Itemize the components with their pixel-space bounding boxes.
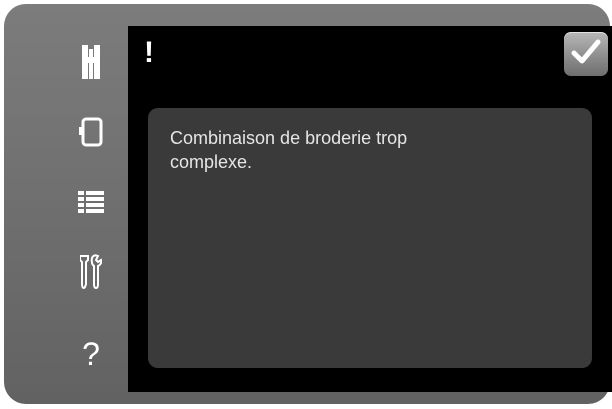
sidebar-item-tools[interactable] [56, 242, 126, 302]
message-text: Combinaison de broderie trop complexe. [170, 128, 408, 172]
hoop-icon [79, 117, 103, 147]
presser-foot-icon [80, 45, 102, 79]
list-icon [78, 191, 104, 213]
sidebar-item-presser-foot[interactable] [56, 32, 126, 92]
confirm-button[interactable] [564, 32, 608, 76]
help-icon: ? [82, 336, 100, 372]
tools-icon [80, 254, 102, 290]
sidebar-item-list[interactable] [56, 172, 126, 232]
device-frame: ? ! Combinaison de broderie trop complex… [4, 4, 612, 404]
sidebar-item-hoop[interactable] [56, 102, 126, 162]
message-box: Combinaison de broderie trop complexe. [148, 108, 592, 368]
dialog-screen: ! Combinaison de broderie trop complexe. [128, 26, 612, 392]
checkmark-icon [571, 38, 601, 71]
sidebar-item-help[interactable]: ? [56, 324, 126, 384]
alert-icon: ! [144, 36, 154, 69]
sidebar: ? [56, 26, 126, 394]
